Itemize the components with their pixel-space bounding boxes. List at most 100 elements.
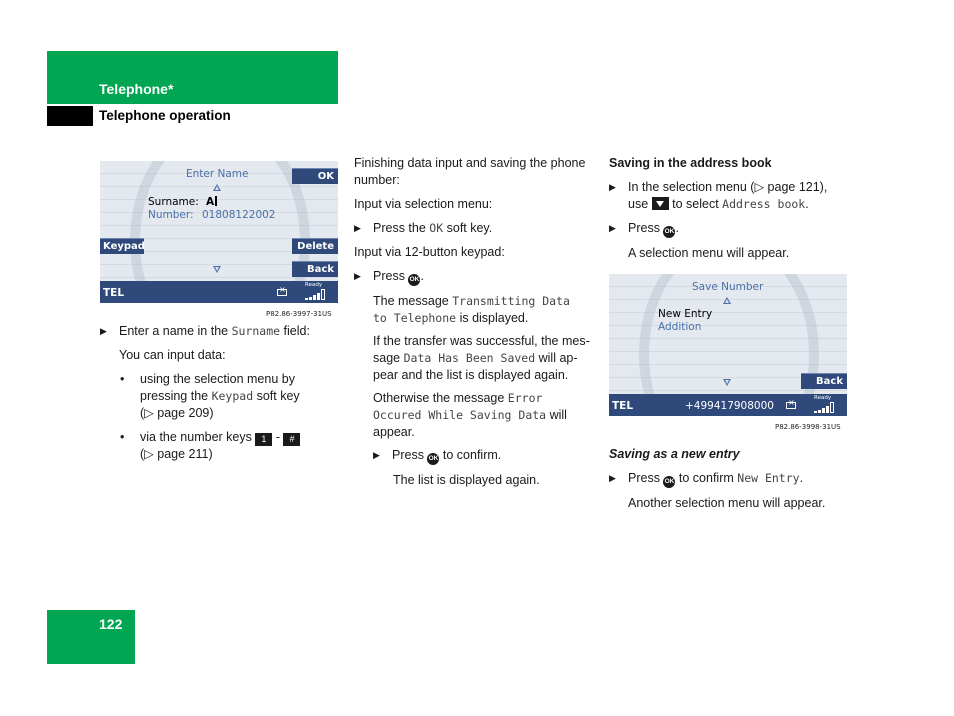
- text: Otherwise the message: [373, 391, 508, 405]
- signal-strength-icon: [305, 288, 326, 300]
- message-text: Occured While Saving Data: [373, 408, 547, 422]
- message-text: Error: [507, 391, 543, 405]
- step-enter-name: ▶ Enter a name in the Surname field:: [100, 323, 340, 340]
- page-reference-link[interactable]: (▷ page 209): [140, 405, 340, 422]
- text: The message: [373, 294, 453, 308]
- tel-label: TEL: [103, 287, 125, 299]
- text: Press: [373, 269, 405, 283]
- chapter-title: Telephone*: [99, 81, 174, 97]
- paragraph: You can input data:: [119, 348, 226, 362]
- step-arrow-icon: ▶: [100, 326, 107, 336]
- scroll-up-icon: [213, 184, 221, 191]
- text: Enter a name in the: [119, 324, 232, 338]
- page-reference-link[interactable]: (▷ page 211): [140, 446, 340, 463]
- status-bar: TEL +499417908000 Ready: [609, 394, 847, 416]
- column-2: Finishing data input and saving the phon…: [354, 155, 599, 489]
- text: via the number keys: [140, 430, 256, 444]
- text: Press: [628, 471, 664, 485]
- menu-option-addition[interactable]: Addition: [658, 321, 701, 333]
- bullet-dot-icon: •: [120, 372, 125, 386]
- text: In the selection menu (▷ page 121),: [628, 180, 828, 194]
- back-softkey[interactable]: Back: [292, 261, 338, 277]
- text-cursor: [215, 196, 218, 206]
- surname-input[interactable]: A: [206, 196, 214, 208]
- figure-caption-1: P82.86-3997-31US: [266, 310, 332, 318]
- message-error: Otherwise the message Error Occured Whil…: [354, 390, 599, 441]
- text: will: [546, 408, 567, 422]
- text: .: [799, 471, 804, 485]
- ok-button-icon: OK: [663, 476, 676, 488]
- step-arrow-icon: ▶: [609, 473, 616, 483]
- number-value: 01808122002: [202, 209, 276, 221]
- enter-name-screen: Enter Name Surname: A Number: 0180812200…: [100, 161, 338, 303]
- text: appear.: [373, 425, 415, 439]
- text: .: [805, 197, 809, 211]
- result-text: Another selection menu will appear.: [628, 496, 826, 510]
- ok-button-icon: OK: [663, 226, 676, 238]
- text: use: [628, 197, 652, 211]
- ok-softkey[interactable]: OK: [292, 168, 338, 184]
- message-transmitting: The message Transmitting Data to Telepho…: [354, 293, 599, 327]
- address-book-ref: Address book: [722, 197, 806, 211]
- tel-label: TEL: [612, 400, 634, 412]
- text: to select: [668, 197, 723, 211]
- number-label: Number:: [148, 209, 194, 221]
- key-hash-icon: #: [283, 433, 301, 446]
- scroll-down-icon: [723, 379, 731, 386]
- text: Finishing data input and saving the phon…: [354, 156, 586, 170]
- step-arrow-icon: ▶: [373, 450, 380, 460]
- text: to confirm.: [439, 448, 502, 462]
- ok-button-icon: OK: [427, 453, 440, 465]
- text: is displayed.: [456, 311, 529, 325]
- result-text: A selection menu will appear.: [628, 246, 790, 260]
- text: number:: [354, 173, 400, 187]
- step-confirm-new-entry: ▶ Press OK to confirm New Entry.: [609, 470, 849, 488]
- down-key-icon: [651, 197, 669, 210]
- step-press-ok: ▶ Press OK.: [609, 220, 849, 238]
- message-text: Data Has Been Saved: [403, 351, 536, 365]
- step-press-ok: ▶ Press OK.: [354, 268, 599, 286]
- text: to confirm: [675, 471, 738, 485]
- delete-softkey[interactable]: Delete: [292, 238, 338, 254]
- scroll-down-icon: [213, 266, 221, 273]
- text: pear and the list is displayed again.: [373, 368, 569, 382]
- step-arrow-icon: ▶: [609, 182, 616, 192]
- scroll-up-icon: [723, 297, 731, 304]
- chapter-header-band: [47, 51, 338, 104]
- message-saved: If the transfer was successful, the mes-…: [354, 333, 599, 384]
- page-number: 122: [99, 616, 123, 632]
- paragraph: Finishing data input and saving the phon…: [354, 155, 599, 189]
- result-text: The list is displayed again.: [393, 473, 540, 487]
- keypad-softkey[interactable]: Keypad: [100, 238, 145, 254]
- screen-title: Save Number: [692, 281, 764, 293]
- text: Press: [392, 448, 428, 462]
- status-bar: TEL Ready: [100, 281, 338, 303]
- menu-option-new-entry[interactable]: New Entry: [658, 308, 712, 320]
- message-envelope-icon: [786, 398, 796, 409]
- text: .: [675, 221, 679, 235]
- column-3: Saving in the address book ▶ In the sele…: [609, 155, 849, 262]
- new-entry-ref: New Entry: [737, 471, 800, 485]
- surname-value[interactable]: A: [206, 196, 218, 208]
- signal-strength-icon: [814, 401, 835, 413]
- subheading: Saving as a new entry: [609, 447, 740, 461]
- step-arrow-icon: ▶: [609, 223, 616, 233]
- key-1-icon: 1: [255, 433, 273, 446]
- text: using the selection menu by: [140, 372, 295, 386]
- text: pressing the: [140, 389, 212, 403]
- save-number-screen: Save Number New Entry Addition Back TEL …: [609, 274, 847, 416]
- phone-number: +499417908000: [685, 400, 774, 412]
- paragraph: Input via selection menu:: [354, 197, 493, 211]
- message-text: to Telephone: [373, 311, 457, 325]
- figure-caption-2: P82.86-3998-31US: [775, 423, 841, 431]
- back-softkey[interactable]: Back: [801, 373, 847, 389]
- bullet-number-keys: • via the number keys 1 - # (▷ page 211): [100, 429, 340, 463]
- step-confirm: ▶ Press OK to confirm.: [373, 447, 599, 465]
- step-arrow-icon: ▶: [354, 223, 361, 233]
- message-text: Transmitting Data: [452, 294, 570, 308]
- step-arrow-icon: ▶: [354, 271, 361, 281]
- section-marker: [47, 106, 93, 126]
- bullet-selection-menu: • using the selection menu by pressing t…: [100, 371, 340, 422]
- text: -: [272, 430, 284, 444]
- text: sage: [373, 351, 404, 365]
